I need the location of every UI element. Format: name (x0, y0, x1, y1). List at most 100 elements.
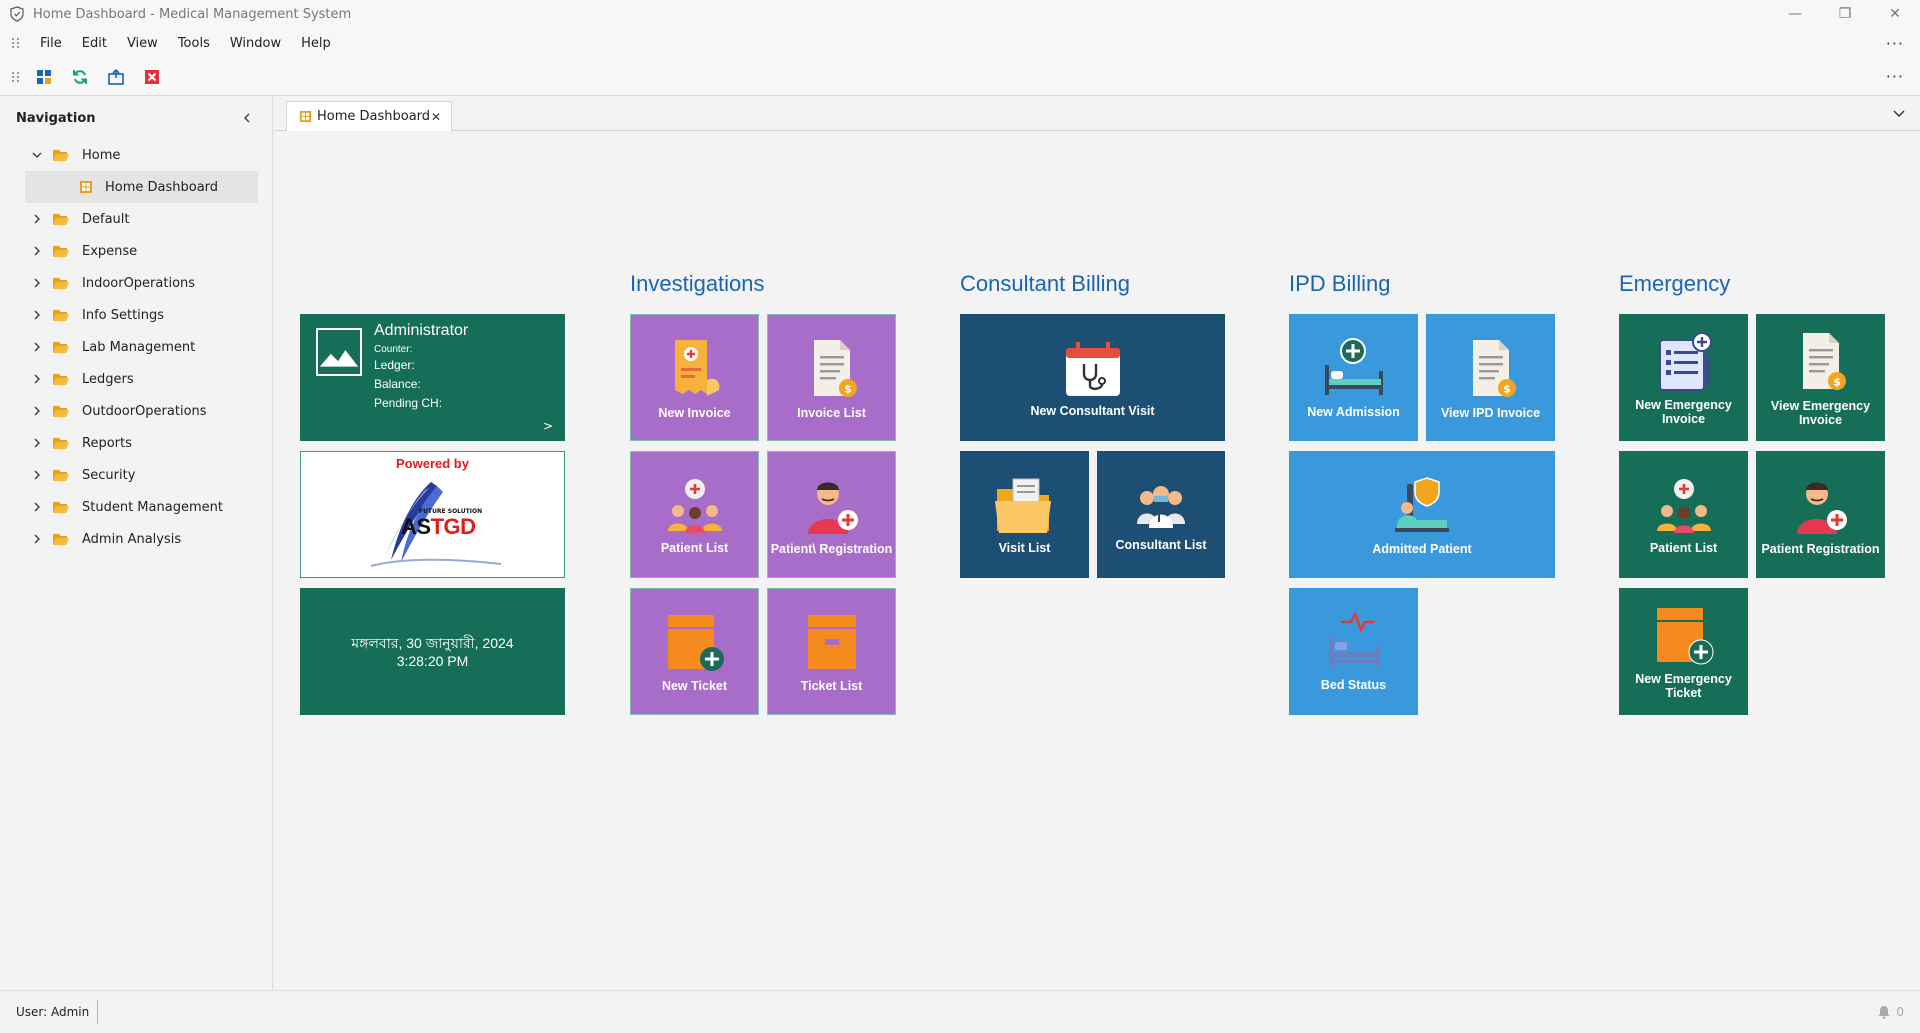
folder-open-icon (53, 150, 69, 161)
tile-patient-registration[interactable]: Patient\ Registration (767, 451, 896, 578)
chevron-right-icon[interactable] (30, 436, 44, 450)
patient-group-icon (667, 478, 722, 533)
menu-tools[interactable]: Tools (168, 36, 220, 51)
close-button[interactable]: ✕ (1870, 0, 1920, 28)
nav-item-student-management[interactable]: Student Management (0, 491, 272, 523)
tile-label: Patient Registration (1761, 541, 1880, 556)
chevron-left-icon (244, 113, 250, 123)
tab-close-button[interactable]: ✕ (431, 110, 441, 124)
refresh-button[interactable] (66, 64, 94, 90)
tile-admitted-patient[interactable]: Admitted Patient (1289, 451, 1555, 578)
menu-edit[interactable]: Edit (72, 36, 117, 51)
chevron-down-icon[interactable] (30, 148, 44, 162)
shield-app-icon (10, 6, 24, 22)
tile-new-consultant-visit[interactable]: New Consultant Visit (960, 314, 1225, 441)
menu-view[interactable]: View (117, 36, 168, 51)
export-button[interactable] (102, 64, 130, 90)
tile-emergency-patient-registration[interactable]: Patient Registration (1756, 451, 1885, 578)
tile-label: Ticket List (800, 678, 863, 693)
grip-icon[interactable] (12, 70, 30, 84)
chevron-right-icon[interactable] (30, 532, 44, 546)
doctors-group-icon (1137, 485, 1185, 528)
tile-label: Patient List (660, 540, 729, 555)
nav-item-home[interactable]: Home (0, 139, 272, 171)
tile-label: Patient List (1649, 540, 1718, 555)
collapse-navigation-button[interactable] (238, 109, 256, 127)
bed-heartbeat-icon (1328, 611, 1379, 668)
nav-item-label: Reports (82, 435, 132, 451)
nav-item-admin-analysis[interactable]: Admin Analysis (0, 523, 272, 555)
tile-bed-status[interactable]: Bed Status (1289, 588, 1418, 715)
folder-open-icon (53, 214, 69, 225)
tile-new-admission[interactable]: New Admission (1289, 314, 1418, 441)
tile-consultant-list[interactable]: Consultant List (1097, 451, 1225, 578)
chevron-right-icon[interactable] (30, 340, 44, 354)
tile-new-emergency-invoice[interactable]: New Emergency Invoice (1619, 314, 1748, 441)
folder-open-icon (53, 278, 69, 289)
calendar-stethoscope-icon (1065, 341, 1120, 396)
nav-item-home-dashboard[interactable]: Home Dashboard (25, 171, 258, 203)
nav-item-security[interactable]: Security (0, 459, 272, 491)
nav-item-outdoor-operations[interactable]: OutdoorOperations (0, 395, 272, 427)
tile-view-emergency-invoice[interactable]: $ View Emergency Invoice (1756, 314, 1885, 441)
tab-home-dashboard[interactable]: Home Dashboard ✕ (286, 101, 452, 131)
minimize-button[interactable]: — (1770, 0, 1820, 28)
tile-label: New Emergency Ticket (1635, 671, 1732, 700)
toolbar-more-button[interactable]: ··· (1886, 67, 1904, 86)
chevron-right-icon[interactable] (30, 372, 44, 386)
nav-item-reports[interactable]: Reports (0, 427, 272, 459)
tile-new-invoice[interactable]: New Invoice (630, 314, 759, 441)
chevron-right-icon[interactable] (30, 244, 44, 258)
invoice-icon (674, 339, 719, 396)
chevron-right-icon[interactable] (30, 308, 44, 322)
tile-view-ipd-invoice[interactable]: $ View IPD Invoice (1426, 314, 1555, 441)
menu-more-button[interactable]: ··· (1886, 34, 1904, 53)
tile-invoice-list[interactable]: $ Invoice List (767, 314, 896, 441)
hospital-bed-add-icon (1324, 337, 1383, 395)
chevron-right-icon[interactable] (30, 500, 44, 514)
powered-by-card: Powered by FUTURE SOLUTION ASTGD (300, 451, 565, 578)
admin-info-card[interactable]: Administrator Counter: Ledger: Balance: … (300, 314, 565, 441)
nav-item-label: Student Management (82, 499, 223, 515)
admin-details-button[interactable]: > (543, 419, 553, 433)
nav-item-lab-management[interactable]: Lab Management (0, 331, 272, 363)
image-placeholder-icon (316, 328, 362, 376)
nav-item-label: Home (82, 147, 121, 163)
chevron-right-icon[interactable] (30, 468, 44, 482)
tile-new-ticket[interactable]: New Ticket (630, 588, 759, 715)
grip-icon[interactable] (12, 36, 30, 50)
export-icon (108, 68, 124, 85)
menu-help[interactable]: Help (291, 36, 341, 51)
chevron-right-icon[interactable] (30, 212, 44, 226)
tile-patient-list[interactable]: Patient List (630, 451, 759, 578)
nav-item-label: Security (82, 467, 136, 483)
tile-emergency-patient-list[interactable]: Patient List (1619, 451, 1748, 578)
brand-text: ASTGD (401, 514, 476, 539)
invoice-list-icon: $ (1802, 332, 1846, 390)
nav-item-ledgers[interactable]: Ledgers (0, 363, 272, 395)
navigation-panel: Navigation Home Home Dashboard Default E… (0, 97, 273, 990)
folder-open-icon (53, 534, 69, 545)
dashboard-tool-button[interactable] (30, 64, 58, 90)
menu-window[interactable]: Window (220, 36, 291, 51)
folder-open-icon (53, 502, 69, 513)
tile-ticket-list[interactable]: Ticket List (767, 588, 896, 715)
toolbar: ··· (0, 58, 1920, 96)
chevron-right-icon[interactable] (30, 276, 44, 290)
tile-label: New Invoice (658, 405, 731, 420)
close-tool-button[interactable] (138, 64, 166, 90)
chevron-right-icon[interactable] (30, 404, 44, 418)
nav-item-expense[interactable]: Expense (0, 235, 272, 267)
nav-item-indoor-operations[interactable]: IndoorOperations (0, 267, 272, 299)
tile-visit-list[interactable]: Visit List (960, 451, 1089, 578)
notifications-indicator[interactable]: 0 (1877, 1005, 1904, 1019)
tile-new-emergency-ticket[interactable]: New Emergency Ticket (1619, 588, 1748, 715)
folder-open-icon (53, 310, 69, 321)
tile-label: Visit List (998, 540, 1051, 555)
chevron-down-icon[interactable] (1892, 106, 1906, 120)
menu-file[interactable]: File (30, 36, 72, 51)
nav-item-default[interactable]: Default (0, 203, 272, 235)
nav-item-label: Home Dashboard (105, 179, 219, 195)
nav-item-info-settings[interactable]: Info Settings (0, 299, 272, 331)
restore-button[interactable]: ❐ (1820, 0, 1870, 28)
